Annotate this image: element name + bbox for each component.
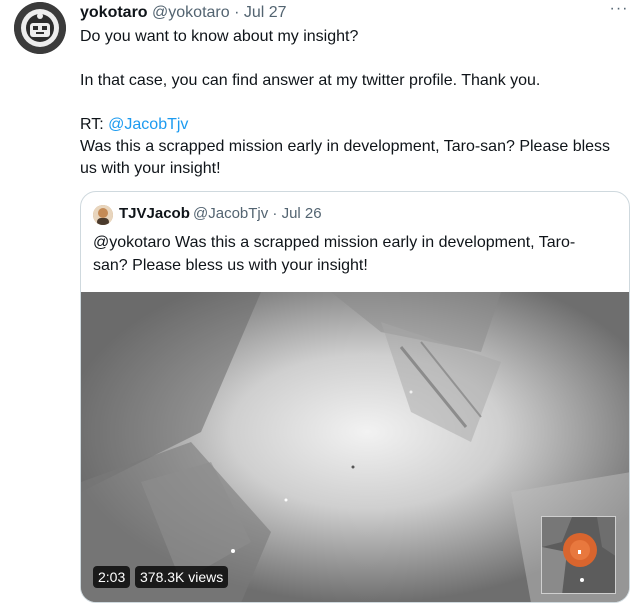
mask-avatar-icon[interactable] [14, 2, 66, 54]
quote-separator: · [272, 205, 278, 222]
tweet-line-4: Was this a scrapped mission early in dev… [80, 138, 611, 177]
quote-text: @yokotaro Was this a scrapped mission ea… [93, 234, 576, 274]
video-player[interactable]: 2:03 378.3K views [81, 292, 629, 602]
separator-dot: · [234, 4, 240, 21]
video-duration-badge: 2:03 [93, 566, 131, 588]
author-name[interactable]: yokotaro [80, 4, 148, 21]
rt-mention-link[interactable]: @JacobTjv [108, 116, 188, 133]
profile-avatar-icon[interactable] [93, 205, 113, 225]
tweet-date[interactable]: Jul 27 [244, 4, 287, 21]
quote-author-name[interactable]: TJVJacob [119, 204, 190, 224]
quoted-tweet[interactable]: TJVJacob @JacobTjv · Jul 26 @yokotaro Wa… [80, 191, 630, 603]
more-options-icon[interactable]: ··· [604, 1, 634, 22]
rt-prefix: RT: [80, 116, 109, 133]
quote-date[interactable]: Jul 26 [282, 205, 322, 222]
tweet: yokotaro @yokotaro · Jul 27 ··· Do you w… [0, 0, 640, 613]
video-minimap-thumbnail [541, 516, 616, 594]
quote-meta: @JacobTjv · Jul 26 [193, 204, 322, 224]
retweet-line: RT: @JacobTjv [80, 114, 630, 136]
video-views-badge: 378.3K views [135, 566, 229, 588]
tweet-text: Do you want to know about my insight? In… [80, 26, 630, 180]
tweet-line-1: Do you want to know about my insight? [80, 28, 359, 45]
tweet-line-2: In that case, you can find answer at my … [80, 72, 541, 89]
quote-author-handle[interactable]: @JacobTjv [193, 205, 268, 222]
tweet-header: yokotaro @yokotaro · Jul 27 [80, 3, 287, 23]
author-handle[interactable]: @yokotaro [152, 4, 230, 21]
